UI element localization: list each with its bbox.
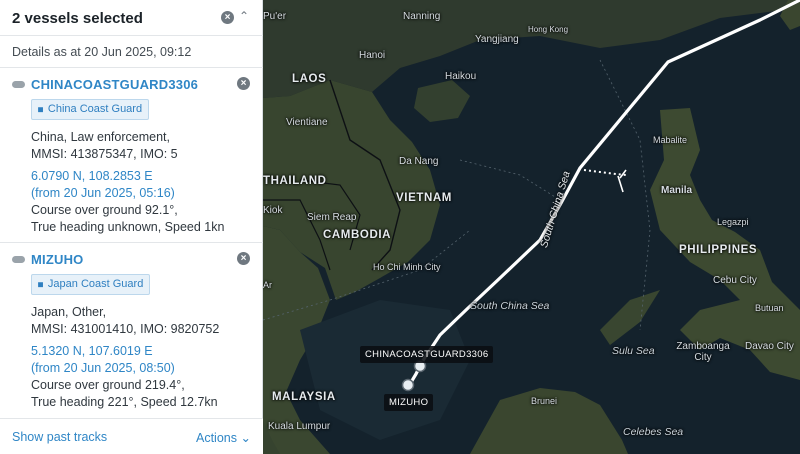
map-label-country: LAOS [292,73,327,85]
map-label-sea: South China Sea [470,300,550,312]
map-label-city: Siem Reap [307,212,357,223]
map-label-city: Da Nang [399,156,439,167]
map-label-city: Ar [263,280,272,290]
map-label-city: Nanning [403,11,441,22]
map-label-city: Pu'er [263,11,287,22]
vessel-coords-link[interactable]: 5.1320 N, 107.6019 E [31,344,153,358]
chevron-up-icon[interactable]: ⌃ [239,9,249,23]
map-label-city: Zamboanga City [676,341,730,363]
map-label-country: MALAYSIA [272,391,336,403]
vessel-ids-text: MMSI: 413875347, IMO: 5 [31,147,178,161]
map-label-city: Legazpi [717,217,749,227]
map-label-sea: Celebes Sea [623,426,684,438]
panel-footer: Show past tracks Actions ⌄ [0,418,263,454]
vessel-type-icon [12,256,25,263]
vessel-card: CHINACOASTGUARD3306 × ◆ China Coast Guard… [0,68,263,243]
vessel-coords-link[interactable]: 6.0790 N, 108.2853 E [31,169,153,183]
tag-icon: ◆ [34,278,47,291]
vessel-flag-badge[interactable]: ◆ China Coast Guard [31,99,150,120]
map-label-country: VIETNAM [396,192,452,204]
map-label-city: Davao City [745,341,794,352]
actions-menu-button[interactable]: Actions ⌄ [196,430,251,445]
vessel-map-label[interactable]: MIZUHO [384,394,434,411]
vessel-ids-text: MMSI: 431001410, IMO: 9820752 [31,322,220,336]
vessel-map-label[interactable]: CHINACOASTGUARD3306 [360,346,494,363]
map-label-city: Mabalite [653,135,688,145]
map-label-sea: Sulu Sea [612,345,655,357]
vessel-heading-text: True heading unknown, Speed 1kn [31,220,225,234]
map-label-country: CAMBODIA [323,229,392,241]
map-label-city: Manila [661,185,693,196]
vessel-flag-badge[interactable]: ◆ Japan Coast Guard [31,274,151,295]
vessel-coords-time[interactable]: (from 20 Jun 2025, 05:16) [31,186,175,200]
panel-header: 2 vessels selected × ⌃ [0,0,263,36]
map-label-country: PHILIPPINES [679,244,758,256]
tag-icon: ◆ [34,103,47,116]
map-label-city: Kiok [263,205,283,216]
vessel-heading-text: True heading 221°, Speed 12.7kn [31,395,218,409]
remove-vessel-icon[interactable]: × [237,252,250,265]
map-label-city: Haikou [445,71,477,82]
panel-title: 2 vessels selected [12,10,143,27]
badge-label: China Coast Guard [47,103,143,115]
close-icon[interactable]: × [221,11,234,24]
map-label-city: Yangjiang [475,34,519,45]
vessel-type-icon [12,81,25,88]
mizuho-marker [401,378,415,392]
show-past-tracks-link[interactable]: Show past tracks [12,430,107,444]
remove-vessel-icon[interactable]: × [237,77,250,90]
map-label-country: THAILAND [263,175,327,187]
map-label-city: Cebu City [713,275,757,286]
vessel-name-link[interactable]: CHINACOASTGUARD3306 [31,77,198,92]
map-label-city: Hanoi [359,50,386,61]
map-label-city: Butuan [755,303,784,313]
vessel-course-text: Course over ground 219.4°, [31,378,185,392]
map-label-city: Kuala Lumpur [268,421,331,432]
vessel-card: MIZUHO × ◆ Japan Coast Guard Japan, Other… [0,243,263,418]
vessel-type-text: Japan, Other, [31,305,107,319]
vessel-course-text: Course over ground 92.1°, [31,203,178,217]
vessel-name-link[interactable]: MIZUHO [31,252,83,267]
map-label-city: Brunei [531,396,558,406]
details-timestamp: Details as at 20 Jun 2025, 09:12 [12,45,192,59]
map-label-city: Ho Chi Minh City [373,262,441,272]
map-label-city: Hong Kong [528,25,569,34]
badge-label: Japan Coast Guard [47,278,144,290]
map-label-city: Vientiane [286,117,328,128]
vessel-details-panel: 2 vessels selected × ⌃ Details as at 20 … [0,0,263,454]
vessel-type-text: China, Law enforcement, [31,130,170,144]
vessel-coords-time[interactable]: (from 20 Jun 2025, 08:50) [31,361,175,375]
